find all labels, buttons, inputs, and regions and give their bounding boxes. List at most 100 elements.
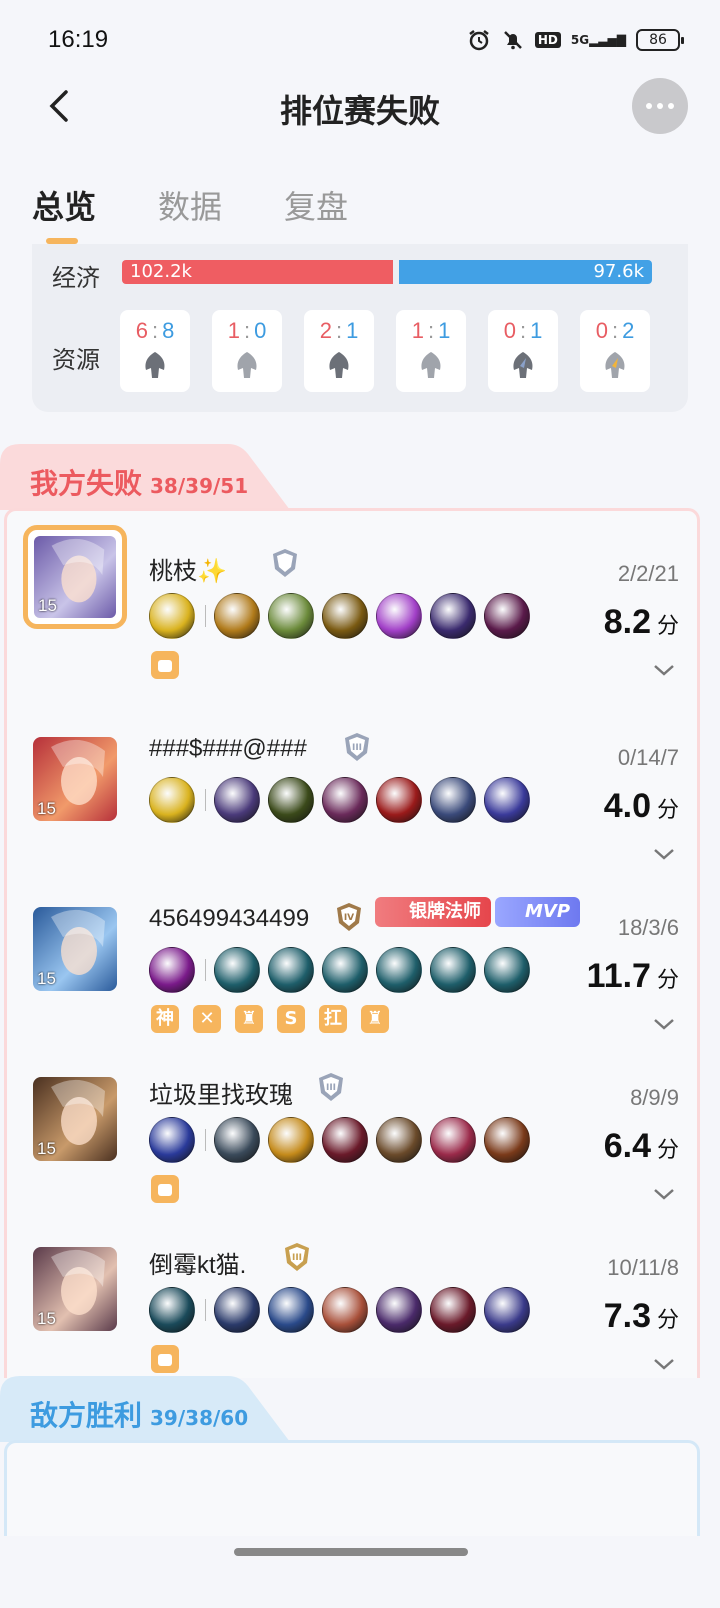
tab-overview[interactable]: 总览	[32, 182, 96, 244]
player-name[interactable]: 倒霉kt猫.	[149, 1245, 246, 1280]
player-name[interactable]: 桃枝✨	[149, 551, 227, 586]
equipment-icon[interactable]	[376, 593, 422, 639]
equipment-icon[interactable]	[268, 947, 314, 993]
item-list	[149, 947, 538, 993]
expand-chevron-icon[interactable]	[651, 845, 677, 863]
equipment-icon[interactable]	[376, 1117, 422, 1163]
equipment-icon[interactable]	[268, 1287, 314, 1333]
item-list	[149, 777, 538, 823]
equipment-icon[interactable]	[376, 1287, 422, 1333]
equipment-icon[interactable]	[322, 1117, 368, 1163]
signal-icon: 5G▂▃▅▇	[570, 33, 626, 47]
player-row[interactable]: 15 桃枝✨ 2/2/21 8.2 分	[7, 525, 703, 709]
resource-score: 0:1	[488, 318, 558, 344]
enemy-team-header[interactable]: 敌方胜利 39/38/60	[0, 1376, 290, 1446]
player-name[interactable]: 456499434499	[149, 905, 309, 933]
player-row[interactable]: 15 垃圾里找玫瑰 III 8/9/9 6.4 分	[7, 1063, 703, 1233]
resource-separator: :	[243, 318, 251, 343]
rank-silver-shield-icon: III	[341, 731, 373, 763]
equipment-icon[interactable]	[484, 947, 530, 993]
fire-dragon-icon	[605, 352, 625, 378]
equipment-icon[interactable]	[214, 947, 260, 993]
expand-chevron-icon[interactable]	[651, 1355, 677, 1373]
equipment-icon[interactable]	[484, 777, 530, 823]
expand-chevron-icon[interactable]	[651, 1015, 677, 1033]
resource-box: 2:1	[304, 310, 374, 392]
hero-avatar[interactable]: 15	[33, 737, 117, 821]
equipment-icon[interactable]	[214, 1287, 260, 1333]
hero-level: 15	[37, 969, 56, 988]
player-row[interactable]: 15 456499434499 IV 银牌法师 MVP 神 ✕ ♜ S 扛 ♜ 18/3/6 11.7 分	[7, 893, 703, 1063]
tab-replay[interactable]: 复盘	[284, 182, 348, 228]
skill-icon[interactable]	[149, 593, 195, 639]
more-options-button[interactable]	[632, 78, 688, 134]
hero-avatar[interactable]: 15	[33, 1077, 117, 1161]
achievement-tags	[151, 1345, 179, 1373]
skill-icon[interactable]	[149, 777, 195, 823]
rank-gold-iii-icon: III	[281, 1241, 313, 1273]
equipment-icon[interactable]	[322, 947, 368, 993]
resource-separator: :	[427, 318, 435, 343]
resources-label: 资源	[52, 346, 100, 374]
silver-mage-badge: 银牌法师	[375, 897, 491, 927]
equipment-icon[interactable]	[376, 947, 422, 993]
hero-avatar[interactable]: 15	[33, 907, 117, 991]
equipment-icon[interactable]	[484, 1287, 530, 1333]
mvp-badge: MVP	[495, 897, 581, 927]
score-unit: 分	[656, 613, 679, 638]
player-score: 6.4 分	[604, 1127, 679, 1166]
equipment-icon[interactable]	[322, 777, 368, 823]
tab-data[interactable]: 数据	[158, 182, 222, 228]
equipment-icon[interactable]	[268, 1117, 314, 1163]
skill-icon[interactable]	[149, 1287, 195, 1333]
battery-icon: 86	[636, 29, 684, 51]
alarm-icon	[469, 30, 489, 51]
equipment-icon[interactable]	[214, 777, 260, 823]
rank-silver-shield-icon	[269, 547, 301, 579]
economy-bar: 102.2k 97.6k	[122, 260, 652, 284]
player-name[interactable]: ###$###@###	[149, 735, 307, 763]
hero-avatar[interactable]: 15	[23, 525, 127, 629]
item-list	[149, 593, 538, 639]
player-kda: 10/11/8	[607, 1255, 679, 1280]
skill-icon[interactable]	[149, 947, 195, 993]
score-value: 7.3	[603, 1297, 651, 1335]
item-list	[149, 1117, 538, 1163]
player-name[interactable]: 垃圾里找玫瑰	[149, 1075, 293, 1110]
equipment-icon[interactable]	[268, 777, 314, 823]
achievement-tag: ♜	[361, 1005, 389, 1033]
home-indicator[interactable]	[234, 1548, 468, 1556]
player-row[interactable]: 15 ###$###@### III 0/14/7 4.0 分	[7, 723, 703, 893]
equipment-icon[interactable]	[430, 777, 476, 823]
economy-ours-value: 102.2k	[130, 261, 192, 282]
svg-text:III: III	[326, 1083, 336, 1093]
player-score: 4.0 分	[604, 787, 679, 826]
dark-overlord-icon	[421, 352, 441, 378]
equipment-icon[interactable]	[322, 1287, 368, 1333]
hero-avatar[interactable]: 15	[33, 1247, 117, 1331]
equipment-icon[interactable]	[430, 1117, 476, 1163]
equipment-icon[interactable]	[430, 947, 476, 993]
expand-chevron-icon[interactable]	[651, 661, 677, 679]
equipment-icon[interactable]	[214, 1117, 260, 1163]
hero-level: 15	[37, 799, 56, 818]
equipment-icon[interactable]	[430, 593, 476, 639]
achievement-tag: 神	[151, 1005, 179, 1033]
equipment-icon[interactable]	[376, 777, 422, 823]
equipment-icon[interactable]	[430, 1287, 476, 1333]
score-unit: 分	[656, 797, 679, 822]
resource-ours: 6	[135, 318, 148, 343]
expand-chevron-icon[interactable]	[651, 1185, 677, 1203]
equipment-icon[interactable]	[322, 593, 368, 639]
our-team-panel: 15 桃枝✨ 2/2/21 8.2 分 15 ###$###@### III 0/14/7 4.0…	[4, 508, 700, 1378]
rank-silver-shield-icon: III	[315, 1071, 347, 1103]
castle-tag-icon	[151, 1175, 179, 1203]
equipment-icon[interactable]	[268, 593, 314, 639]
equipment-icon[interactable]	[484, 593, 530, 639]
svg-text:III: III	[292, 1253, 302, 1263]
equipment-icon[interactable]	[214, 593, 260, 639]
player-score: 11.7 分	[587, 957, 679, 996]
equipment-icon[interactable]	[484, 1117, 530, 1163]
skill-icon[interactable]	[149, 1117, 195, 1163]
resource-box: 1:1	[396, 310, 466, 392]
